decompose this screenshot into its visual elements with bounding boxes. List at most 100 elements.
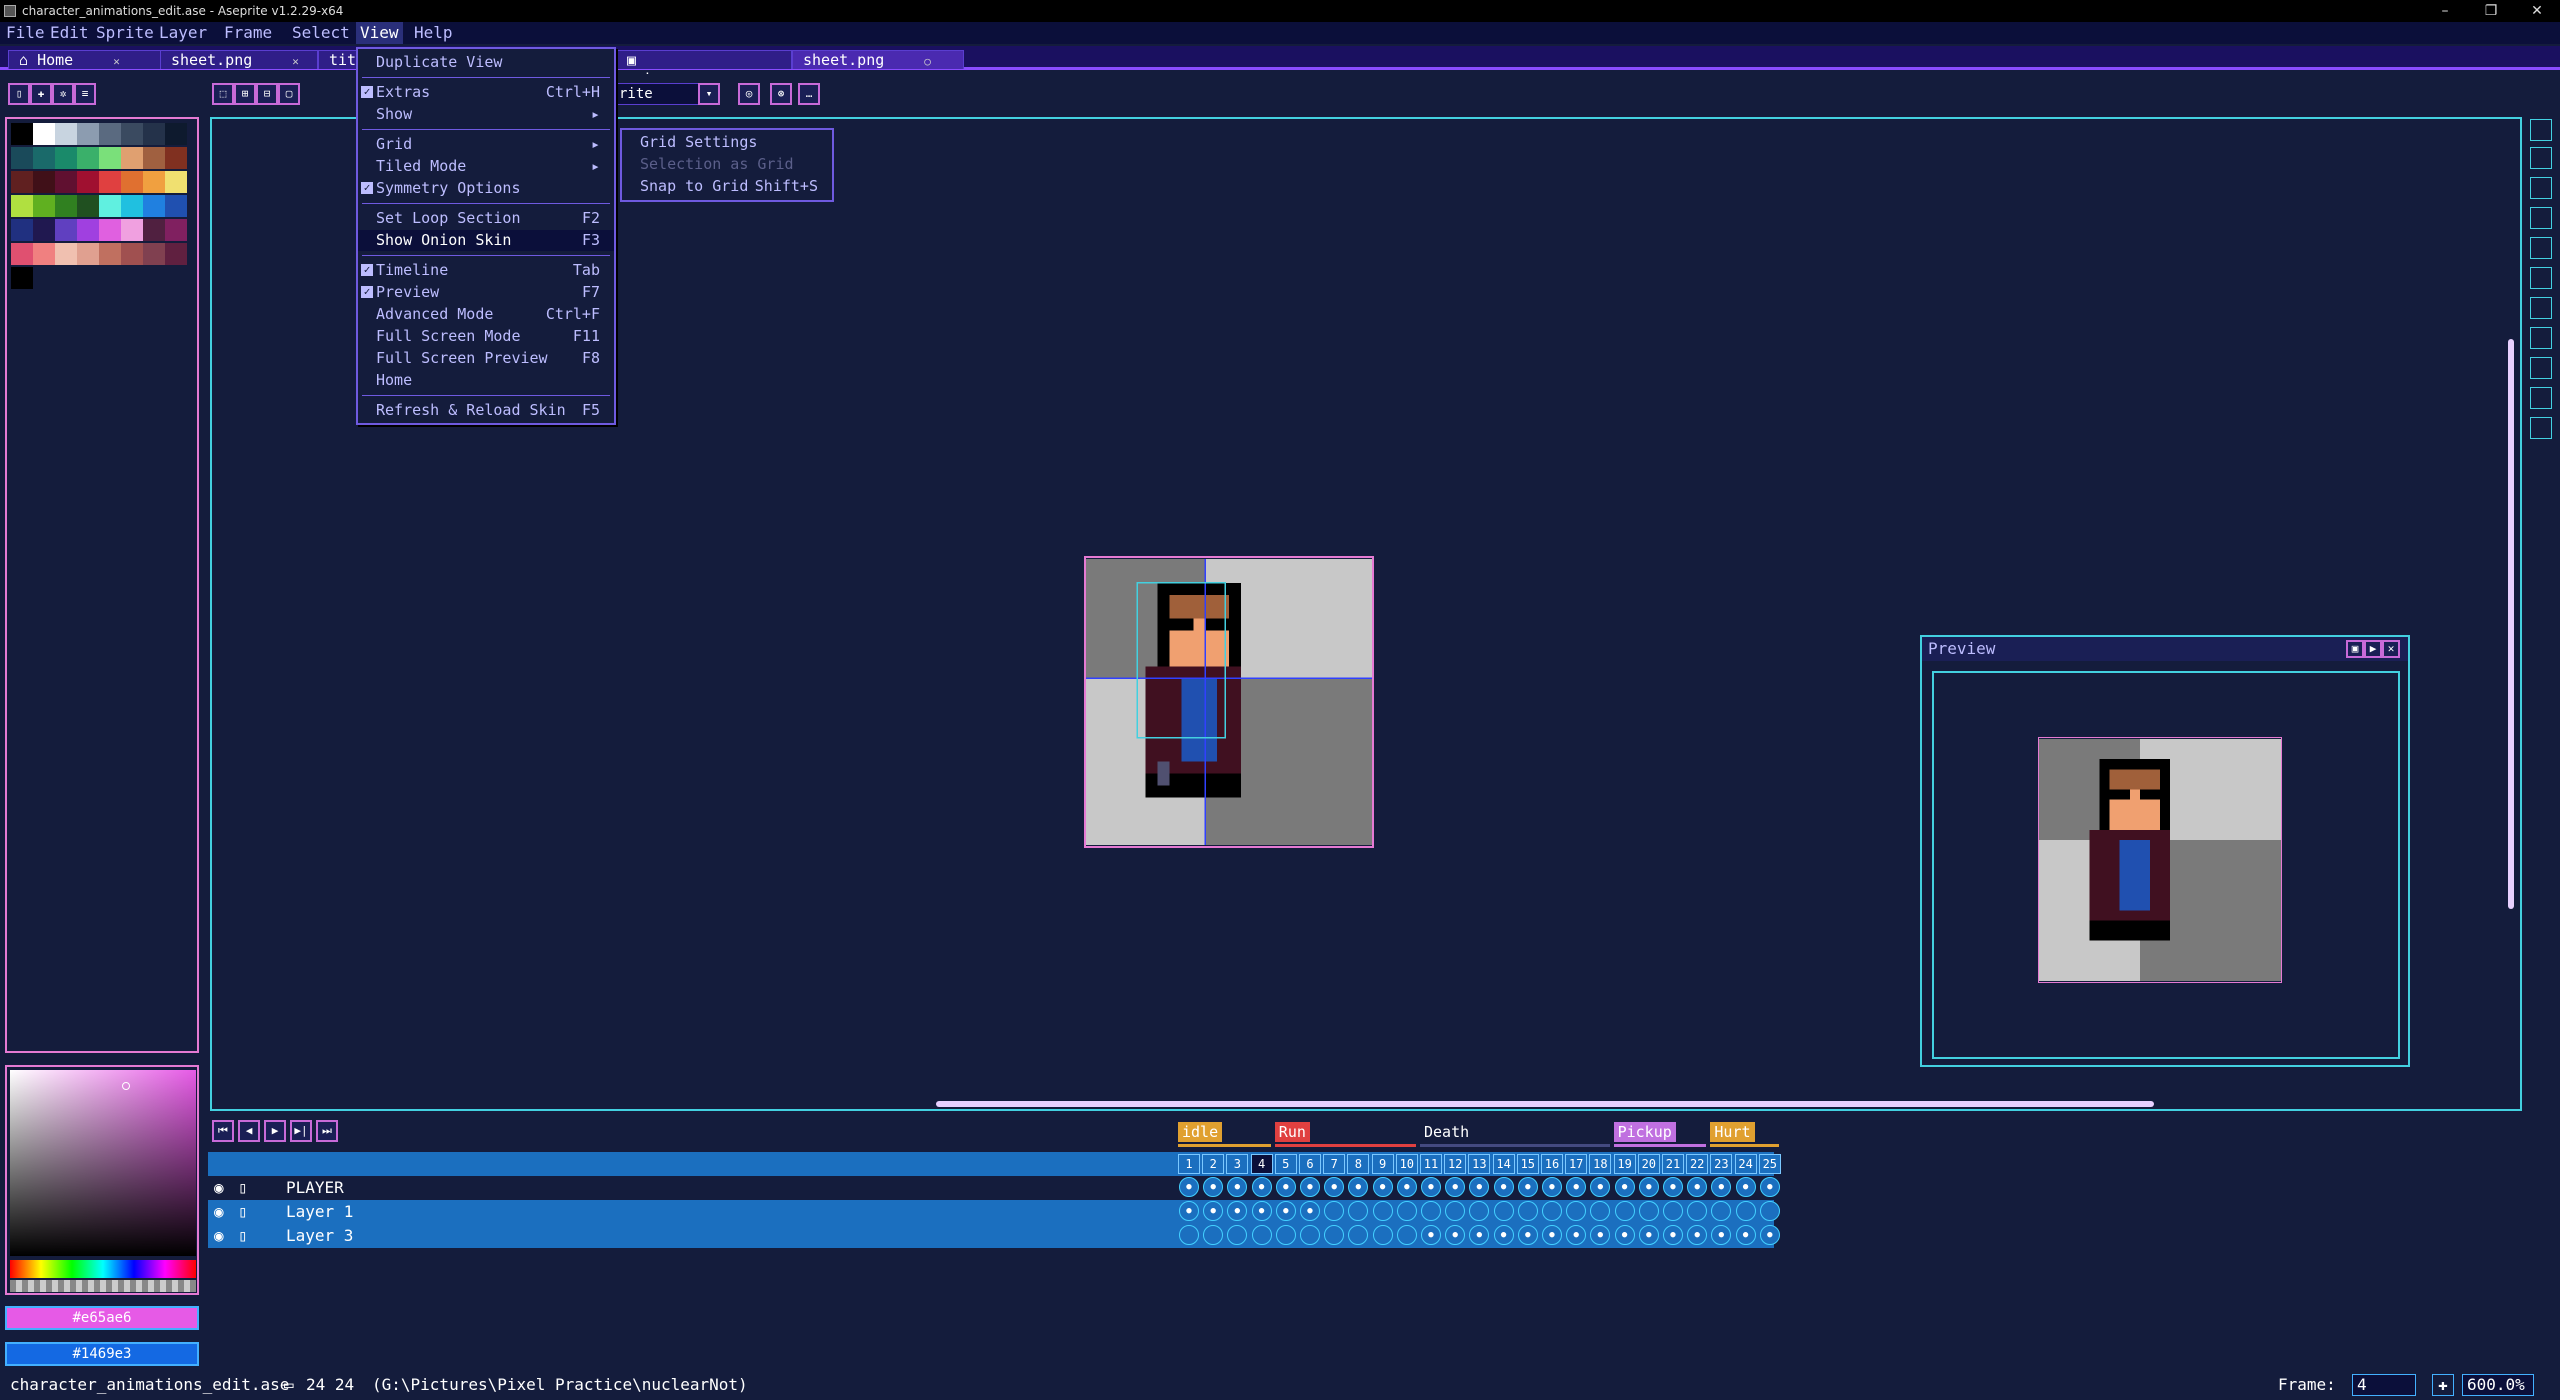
frame-number[interactable]: 7 bbox=[1323, 1154, 1346, 1174]
cel[interactable]: ● bbox=[1300, 1177, 1320, 1197]
cel[interactable]: ● bbox=[1372, 1177, 1393, 1197]
menu-item[interactable]: Refresh & Reload Skin F5 bbox=[358, 400, 614, 421]
palette-swatch[interactable] bbox=[55, 243, 77, 265]
animation-tag[interactable]: idle bbox=[1178, 1122, 1223, 1142]
cel[interactable] bbox=[1372, 1225, 1393, 1245]
palette-swatch[interactable] bbox=[11, 123, 33, 145]
menu-item[interactable]: Full Screen Mode F11 bbox=[358, 326, 614, 347]
palette-swatch[interactable] bbox=[33, 219, 55, 241]
palette-swatch[interactable] bbox=[33, 123, 55, 145]
cel[interactable]: ● bbox=[1493, 1225, 1514, 1245]
cel[interactable] bbox=[1517, 1201, 1538, 1221]
cel[interactable]: ● bbox=[1614, 1177, 1635, 1197]
cel[interactable] bbox=[1614, 1201, 1635, 1221]
add-icon[interactable]: ✚ bbox=[30, 83, 52, 105]
saturation-value-picker[interactable] bbox=[10, 1070, 196, 1256]
menu-item[interactable]: Show Onion Skin F3 bbox=[358, 230, 614, 251]
palette-swatch[interactable] bbox=[11, 267, 33, 289]
frame-number[interactable]: 20 bbox=[1637, 1154, 1660, 1174]
cel[interactable] bbox=[1396, 1201, 1417, 1221]
cel[interactable] bbox=[1663, 1201, 1683, 1221]
cel[interactable]: ● bbox=[1566, 1225, 1587, 1245]
cel[interactable]: ● bbox=[1542, 1225, 1562, 1245]
transform-icon[interactable]: ⊛ bbox=[770, 83, 792, 105]
cel[interactable] bbox=[1759, 1201, 1780, 1221]
tab-sheet[interactable]: sheet.png ✕ bbox=[160, 50, 318, 69]
foreground-color[interactable]: #e65ae6 bbox=[5, 1306, 199, 1330]
frame-number[interactable]: 9 bbox=[1371, 1154, 1394, 1174]
close-icon[interactable]: ✕ bbox=[113, 55, 120, 68]
menu-icon[interactable]: ≡ bbox=[74, 83, 96, 105]
background-color[interactable]: #1469e3 bbox=[5, 1342, 199, 1366]
more-icon[interactable]: … bbox=[798, 83, 820, 105]
play-icon[interactable]: ▶ bbox=[264, 1120, 286, 1142]
menu-edit[interactable]: Edit bbox=[46, 22, 93, 44]
palette-swatch[interactable] bbox=[77, 123, 99, 145]
palette-swatch[interactable] bbox=[165, 219, 187, 241]
cel[interactable]: ● bbox=[1735, 1177, 1756, 1197]
fill-icon[interactable] bbox=[2530, 297, 2552, 319]
palette-swatch[interactable] bbox=[143, 219, 165, 241]
last-frame-icon[interactable]: ⏭ bbox=[316, 1120, 338, 1142]
palette-swatch[interactable] bbox=[77, 219, 99, 241]
cel[interactable]: ● bbox=[1759, 1225, 1780, 1245]
cel[interactable]: ● bbox=[1687, 1225, 1708, 1245]
hue-slider[interactable] bbox=[10, 1260, 196, 1278]
animation-tag[interactable]: Pickup bbox=[1613, 1122, 1676, 1142]
frame-number[interactable]: 12 bbox=[1444, 1154, 1467, 1174]
frame-number[interactable]: 23 bbox=[1710, 1154, 1733, 1174]
cel[interactable]: ● bbox=[1566, 1177, 1587, 1197]
frame-number[interactable]: 2 bbox=[1202, 1154, 1225, 1174]
palette-swatch[interactable] bbox=[121, 195, 143, 217]
palette-swatch[interactable] bbox=[143, 243, 165, 265]
tool-option-icon[interactable]: ▯ bbox=[8, 83, 30, 105]
menu-item[interactable]: Show ▸ bbox=[358, 104, 614, 125]
cel[interactable] bbox=[1348, 1225, 1369, 1245]
menu-select[interactable]: Select bbox=[288, 22, 354, 44]
palette-swatch[interactable] bbox=[55, 195, 77, 217]
palette-swatch[interactable] bbox=[99, 123, 121, 145]
cel[interactable]: ● bbox=[1227, 1177, 1248, 1197]
lock-icon[interactable]: ▯ bbox=[238, 1176, 248, 1200]
cel[interactable]: ● bbox=[1275, 1201, 1296, 1221]
palette-swatch[interactable] bbox=[11, 195, 33, 217]
cel[interactable]: ● bbox=[1542, 1177, 1562, 1197]
palette-swatch[interactable] bbox=[143, 123, 165, 145]
tab-sheet-active[interactable]: sheet.png ○ bbox=[792, 50, 964, 69]
menu-item[interactable]: ✓ Symmetry Options bbox=[358, 178, 614, 199]
cel[interactable]: ● bbox=[1663, 1225, 1683, 1245]
eraser-icon[interactable] bbox=[2530, 177, 2552, 199]
zoom-input[interactable]: 600.0% bbox=[2462, 1374, 2534, 1396]
blur-icon[interactable] bbox=[2530, 417, 2552, 439]
alpha-slider[interactable] bbox=[10, 1280, 196, 1292]
cel[interactable]: ● bbox=[1711, 1225, 1732, 1245]
frame-number[interactable]: 3 bbox=[1226, 1154, 1249, 1174]
maximize-icon[interactable]: ❐ bbox=[2468, 0, 2514, 22]
layer-row[interactable]: ◉ ▯ PLAYER ● ● ● ● ● ● ● ● ● ● ● ● ● ● ● ● ● ● ● ● ● ● ● ● ● bbox=[208, 1176, 1780, 1200]
frame-number[interactable]: 24 bbox=[1734, 1154, 1757, 1174]
palette-swatch[interactable] bbox=[55, 123, 77, 145]
cel[interactable] bbox=[1275, 1225, 1296, 1245]
palette-swatch[interactable] bbox=[165, 171, 187, 193]
cel[interactable]: ● bbox=[1445, 1177, 1466, 1197]
chevron-down-icon[interactable]: ▾ bbox=[698, 83, 720, 105]
palette-swatch[interactable] bbox=[11, 147, 33, 169]
palette-swatch[interactable] bbox=[99, 219, 121, 241]
cel[interactable] bbox=[1372, 1201, 1393, 1221]
cel[interactable]: ● bbox=[1421, 1225, 1441, 1245]
lock-icon[interactable]: ▯ bbox=[238, 1200, 248, 1224]
palette-swatch[interactable] bbox=[165, 195, 187, 217]
selection-intersect-icon[interactable]: ▢ bbox=[278, 83, 300, 105]
menu-layer[interactable]: Layer bbox=[155, 22, 211, 44]
frame-number[interactable]: 14 bbox=[1492, 1154, 1515, 1174]
animation-tag[interactable]: Run bbox=[1274, 1122, 1310, 1142]
frame-number[interactable]: 11 bbox=[1420, 1154, 1442, 1174]
cel[interactable] bbox=[1227, 1225, 1248, 1245]
frame-number[interactable]: 10 bbox=[1395, 1154, 1418, 1174]
palette-swatch[interactable] bbox=[33, 147, 55, 169]
menu-file[interactable]: File bbox=[2, 22, 49, 44]
cel[interactable] bbox=[1445, 1201, 1466, 1221]
cel[interactable]: ● bbox=[1614, 1225, 1635, 1245]
cel[interactable]: ● bbox=[1251, 1177, 1272, 1197]
tab-makarov[interactable]: ▣ makarov.png✕ bbox=[616, 50, 792, 88]
